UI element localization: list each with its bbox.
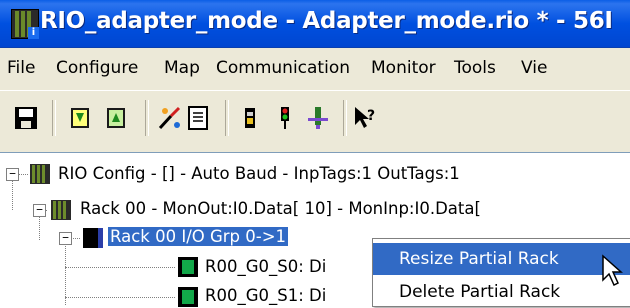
title-bar: i RIO_adapter_mode - Adapter_mode.rio * … <box>0 0 630 48</box>
network-icon[interactable] <box>305 104 331 132</box>
help-icon[interactable]: ? <box>352 104 378 132</box>
tree-line <box>65 297 175 298</box>
toolbar-separator <box>343 100 347 136</box>
io-group-icon <box>83 228 103 248</box>
module-icon[interactable] <box>237 104 263 132</box>
menu-item-resize-partial-rack[interactable]: Resize Partial Rack <box>373 243 630 275</box>
menu-view[interactable]: Vie <box>521 58 547 78</box>
tree-item-slot-1[interactable]: R00_G0_S1: Di <box>205 286 326 305</box>
tree-item-slot-0[interactable]: R00_G0_S0: Di <box>205 257 326 276</box>
tree-line <box>18 174 28 175</box>
menu-item-delete-partial-rack[interactable]: Delete Partial Rack <box>373 276 630 308</box>
svg-text:?: ? <box>367 108 375 124</box>
status-icon[interactable] <box>272 104 298 132</box>
tree-line <box>65 267 175 268</box>
tree-line <box>65 240 66 305</box>
menu-monitor[interactable]: Monitor <box>371 58 436 78</box>
toolbar-separator <box>145 100 149 136</box>
toolbar-separator <box>225 100 229 136</box>
tree-item-rack-00[interactable]: Rack 00 - MonOut:I0.Data[ 10] - MonInp:I… <box>80 199 481 218</box>
menu-file[interactable]: File <box>7 58 35 78</box>
tools-icon[interactable] <box>157 104 183 132</box>
menu-communication[interactable]: Communication <box>216 58 350 78</box>
module-slot-icon <box>178 257 198 277</box>
toolbar-separator <box>52 100 56 136</box>
tree-item-io-group[interactable]: Rack 00 I/O Grp 0->1 <box>106 226 290 247</box>
menu-configure[interactable]: Configure <box>56 58 138 78</box>
tree-line <box>12 180 13 210</box>
save-icon[interactable] <box>13 104 39 132</box>
upload-icon[interactable] <box>103 104 129 132</box>
mouse-cursor-icon <box>602 254 623 287</box>
module-slot-icon <box>178 287 198 307</box>
download-icon[interactable] <box>67 104 93 132</box>
rack-icon <box>51 200 71 220</box>
context-menu: Resize Partial Rack Delete Partial Rack <box>372 238 630 307</box>
app-icon[interactable]: i <box>11 9 39 39</box>
menu-bar: File Configure Map Communication Monitor… <box>0 48 630 90</box>
window-title: RIO_adapter_mode - Adapter_mode.rio * - … <box>40 8 613 34</box>
menu-tools[interactable]: Tools <box>454 58 496 78</box>
collapse-toggle[interactable]: − <box>33 204 46 217</box>
collapse-toggle[interactable]: − <box>59 232 72 245</box>
menu-map[interactable]: Map <box>164 58 200 78</box>
rio-config-icon <box>30 164 50 184</box>
document-icon[interactable] <box>185 104 211 132</box>
collapse-toggle[interactable]: − <box>6 168 19 181</box>
tree-line <box>39 216 40 240</box>
tree-item-rio-config[interactable]: RIO Config - [] - Auto Baud - InpTags:1 … <box>58 164 460 183</box>
